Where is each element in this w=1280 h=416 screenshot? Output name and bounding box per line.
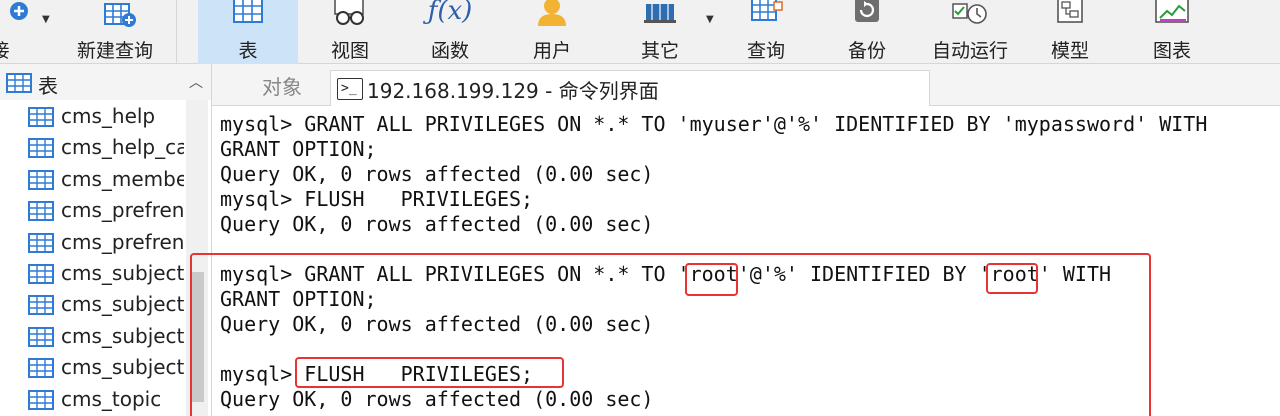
user-label: 用户 <box>532 40 571 62</box>
chart-icon <box>1150 0 1194 30</box>
sidebar-table-item[interactable]: cms_prefrenc <box>28 196 184 227</box>
other-dropdown-arrow[interactable]: ▼ <box>706 14 714 25</box>
table-icon <box>28 264 54 288</box>
backup-label: 备份 <box>847 40 886 62</box>
highlight-flush-privileges <box>295 357 564 388</box>
new-query-button[interactable]: 新建查询 <box>56 0 174 64</box>
sidebar-table-name: cms_topic <box>61 386 162 411</box>
model-label: 模型 <box>1050 40 1089 62</box>
view-label: 视图 <box>330 40 369 62</box>
sidebar-table-item[interactable]: cms_member <box>28 165 184 196</box>
console-line: GRANT OPTION; <box>220 137 377 161</box>
terminal-icon: >_ <box>337 78 363 100</box>
table-icon <box>28 107 54 131</box>
table-button[interactable]: 表 <box>198 0 298 64</box>
table-icon <box>28 326 54 351</box>
sidebar-table-name: cms_prefrenc <box>61 229 184 254</box>
table-label: 表 <box>238 40 258 62</box>
sidebar-table-item[interactable]: cms_subject_ <box>28 290 184 321</box>
console-line: Query OK, 0 rows affected (0.00 sec) <box>220 162 654 186</box>
sidebar-table-item[interactable]: cms_subject <box>28 259 184 290</box>
table-icon <box>28 389 54 414</box>
object-sidebar: 表 ︿ cms_help cms_help_cat cms_member cms_pr… <box>0 64 212 416</box>
connect-button[interactable]: 接 <box>0 0 40 64</box>
console-line: Query OK, 0 rows affected (0.00 sec) <box>220 212 654 236</box>
console-line: mysql> FLUSH PRIVILEGES; <box>220 187 534 211</box>
query-button[interactable]: 查询 <box>718 0 814 64</box>
new-query-icon <box>87 2 143 32</box>
backup-icon <box>847 0 887 30</box>
tab-command-line-label: 192.168.199.129 - 命令列界面 <box>367 79 659 103</box>
sidebar-table-name: cms_prefrenc <box>61 198 184 223</box>
other-icon <box>640 0 680 30</box>
sidebar-title: 表 <box>38 74 58 98</box>
main-toolbar: 接 ▼ 新建查询 表 <box>0 0 1280 64</box>
other-label: 其它 <box>640 40 679 62</box>
tab-bar: 对象 >_ 192.168.199.129 - 命令列界面 <box>212 64 1280 106</box>
sidebar-table-item[interactable]: cms_subject_ <box>28 322 184 353</box>
new-query-label: 新建查询 <box>76 40 153 62</box>
function-label: 函数 <box>430 40 469 62</box>
sidebar-table-item[interactable]: cms_help_cat <box>28 133 184 164</box>
tab-command-line[interactable]: >_ 192.168.199.129 - 命令列界面 <box>330 70 930 106</box>
chart-label: 图表 <box>1152 40 1191 62</box>
query-label: 查询 <box>746 40 785 62</box>
sidebar-table-name: cms_subject_ <box>61 323 184 348</box>
connect-label: 接 <box>0 36 20 63</box>
table-icon <box>28 295 54 319</box>
sidebar-table-name: cms_subject_ <box>61 292 184 317</box>
view-icon <box>325 0 375 30</box>
function-button[interactable]: ƒ(x) 函数 <box>400 0 500 64</box>
model-icon <box>1050 0 1090 30</box>
sidebar-table-name: cms_help <box>61 104 156 128</box>
sidebar-header[interactable]: 表 ︿ <box>0 64 211 100</box>
highlight-root-user <box>685 263 738 296</box>
sidebar-table-item[interactable]: cms_prefrenc <box>28 228 184 259</box>
view-button[interactable]: 视图 <box>300 0 400 64</box>
toolbar-separator <box>176 0 177 64</box>
model-button[interactable]: 模型 <box>1022 0 1118 64</box>
chart-button[interactable]: 图表 <box>1122 0 1222 64</box>
backup-button[interactable]: 备份 <box>818 0 916 64</box>
user-icon <box>532 0 572 30</box>
query-icon <box>746 0 786 30</box>
table-icon <box>228 0 268 28</box>
table-icon <box>28 169 54 194</box>
sidebar-table-name: cms_help_cat <box>61 135 184 160</box>
table-icon <box>28 358 54 382</box>
sidebar-table-name: cms_subject <box>61 261 184 285</box>
command-console[interactable]: mysql> GRANT ALL PRIVILEGES ON *.* TO 'm… <box>190 106 1280 416</box>
console-line: mysql> GRANT ALL PRIVILEGES ON *.* TO 'm… <box>220 112 1208 136</box>
sidebar-table-item[interactable]: cms_help <box>28 102 184 133</box>
table-icon <box>28 138 54 162</box>
connect-dropdown-arrow[interactable]: ▼ <box>42 14 50 25</box>
table-icon <box>28 201 54 225</box>
auto-run-label: 自动运行 <box>931 40 1008 62</box>
auto-run-icon <box>945 2 995 32</box>
sidebar-table-name: cms_subject_ <box>61 355 184 380</box>
table-icon <box>28 232 54 257</box>
function-icon: ƒ(x) <box>427 0 473 26</box>
table-icon <box>6 73 32 97</box>
connect-icon <box>10 0 32 26</box>
tab-objects[interactable]: 对象 <box>228 70 336 106</box>
sidebar-table-name: cms_member <box>61 166 184 191</box>
highlight-root-password <box>986 263 1038 294</box>
user-button[interactable]: 用户 <box>502 0 602 64</box>
chevron-up-icon[interactable]: ︿ <box>186 72 206 92</box>
sidebar-table-item[interactable]: cms_subject_ <box>28 353 184 384</box>
sidebar-table-item[interactable]: cms_topic <box>28 385 184 416</box>
other-button[interactable]: 其它 <box>612 0 708 64</box>
auto-run-button[interactable]: 自动运行 <box>922 0 1018 64</box>
